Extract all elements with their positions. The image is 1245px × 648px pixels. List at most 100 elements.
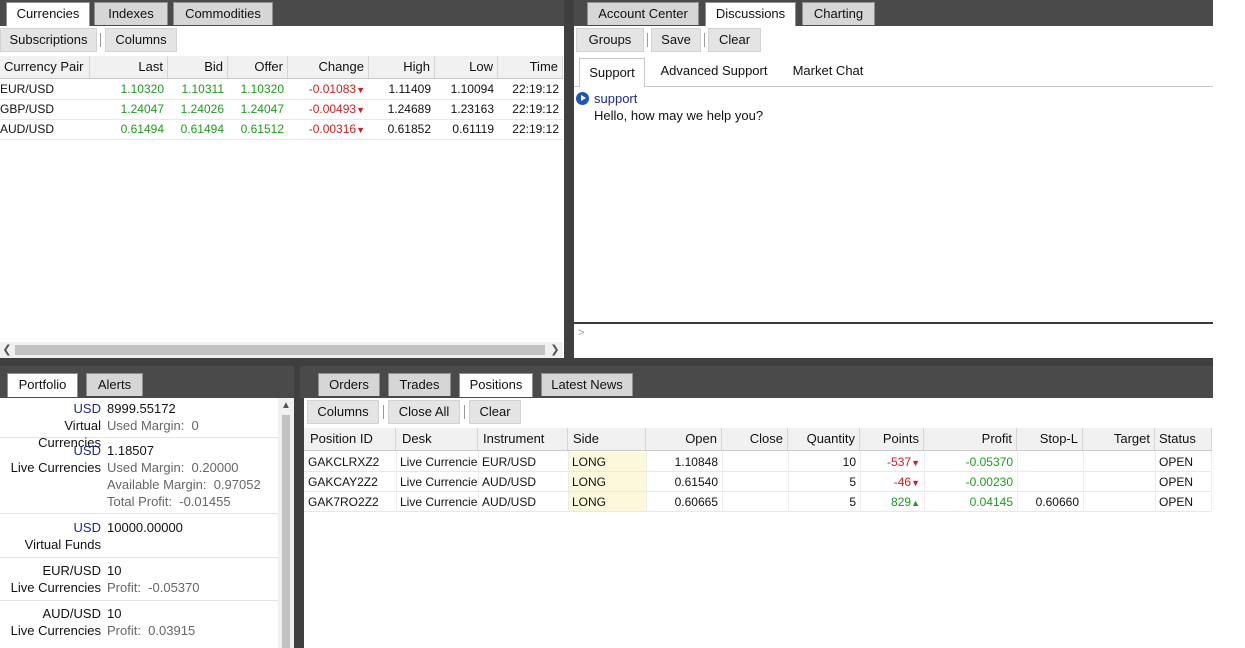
cell-position-id: GAKCAY2Z2 xyxy=(308,475,378,489)
col-quantity[interactable]: Quantity xyxy=(788,428,860,450)
cell-quantity: 5 xyxy=(849,495,856,509)
col-time[interactable]: Time xyxy=(498,56,563,78)
cell-stop-loss: 0.60660 xyxy=(1035,495,1079,509)
portfolio-item[interactable]: EUR/USD 10 Live Currencies Profit: -0.05… xyxy=(0,560,278,601)
down-arrow-icon: ▼ xyxy=(356,125,365,135)
portfolio-item[interactable]: USD 8999.55172 Virtual Currencies Used M… xyxy=(0,398,278,450)
cell-change: -0.00316▼ xyxy=(288,119,369,139)
col-side[interactable]: Side xyxy=(568,428,646,450)
scroll-up-icon[interactable]: ▲ xyxy=(278,398,294,414)
tab-orders[interactable]: Orders xyxy=(318,373,380,396)
horizontal-splitter[interactable] xyxy=(0,358,1213,366)
item-detail: Available Margin: 0.97052 xyxy=(107,477,261,492)
portfolio-item[interactable]: USD 1.18507 Live Currencies Used Margin:… xyxy=(0,440,278,514)
portfolio-item[interactable]: AUD/USD 10 Live Currencies Profit: 0.039… xyxy=(0,603,278,647)
vertical-splitter[interactable] xyxy=(564,0,574,360)
item-currency: AUD/USD xyxy=(42,606,101,621)
cell-last: 1.10320 xyxy=(120,82,164,96)
cell-time: 22:19:12 xyxy=(512,122,559,136)
chat-input[interactable]: > xyxy=(574,322,1213,358)
col-status[interactable]: Status xyxy=(1155,428,1212,450)
points-value: 829 xyxy=(891,495,912,509)
cell-points: -46▼ xyxy=(860,472,924,492)
item-currency: USD xyxy=(73,401,101,416)
cell-quantity: 10 xyxy=(842,455,856,469)
item-name: Live Currencies xyxy=(10,460,101,475)
tab-alerts[interactable]: Alerts xyxy=(86,373,143,396)
col-profit[interactable]: Profit xyxy=(924,428,1017,450)
col-currency-pair[interactable]: Currency Pair xyxy=(0,56,90,78)
col-high[interactable]: High xyxy=(369,56,435,78)
tab-trades[interactable]: Trades xyxy=(388,373,451,396)
scroll-left-icon[interactable]: ❮ xyxy=(0,342,14,358)
cell-side: LONG xyxy=(568,452,646,472)
col-target[interactable]: Target xyxy=(1083,428,1155,450)
scrollbar-thumb[interactable] xyxy=(282,415,290,648)
tab-currencies[interactable]: Currencies xyxy=(6,2,90,26)
cell-pair: GBP/USD xyxy=(0,102,55,116)
item-value: 10 xyxy=(107,563,122,578)
cell-desk: Live Currencies xyxy=(400,495,478,509)
item-name: Virtual Funds xyxy=(24,537,101,552)
tab-portfolio[interactable]: Portfolio xyxy=(7,373,78,397)
points-value: -537 xyxy=(887,455,912,469)
down-arrow-icon: ▼ xyxy=(356,85,365,95)
tab-charting[interactable]: Charting xyxy=(802,2,875,25)
horizontal-scrollbar[interactable]: ❮ ❯ xyxy=(0,342,563,358)
col-change[interactable]: Change xyxy=(288,56,369,78)
positions-table-header: Position ID Desk Instrument Side Open Cl… xyxy=(304,428,1212,451)
subscriptions-button[interactable]: Subscriptions xyxy=(0,28,97,52)
close-all-button[interactable]: Close All xyxy=(388,400,460,424)
col-offer[interactable]: Offer xyxy=(228,56,288,78)
cell-status: OPEN xyxy=(1159,475,1194,489)
columns-button[interactable]: Columns xyxy=(105,28,177,52)
subtab-advanced-support[interactable]: Advanced Support xyxy=(653,58,775,85)
col-close[interactable]: Close xyxy=(722,428,788,450)
scrollbar-thumb[interactable] xyxy=(15,345,545,355)
clear-button[interactable]: Clear xyxy=(469,400,521,424)
save-button[interactable]: Save xyxy=(651,28,701,52)
item-detail: Profit: 0.03915 xyxy=(107,623,196,638)
cell-points: -537▼ xyxy=(860,452,924,472)
item-value: 10000.00000 xyxy=(107,520,183,535)
tab-account-center[interactable]: Account Center xyxy=(587,2,699,25)
portfolio-item[interactable]: USD 10000.00000 Virtual Funds xyxy=(0,516,278,558)
cell-change: -0.00493▼ xyxy=(288,99,369,119)
item-value: 8999.55172 xyxy=(107,401,176,416)
col-points[interactable]: Points xyxy=(860,428,924,450)
col-desk[interactable]: Desk xyxy=(396,428,478,450)
columns-button[interactable]: Columns xyxy=(307,400,379,424)
col-bid[interactable]: Bid xyxy=(168,56,228,78)
tab-commodities[interactable]: Commodities xyxy=(173,2,273,25)
cell-profit: -0.00230 xyxy=(965,475,1013,489)
down-arrow-icon: ▼ xyxy=(911,458,920,468)
cell-points: 829▲ xyxy=(860,492,924,512)
cell-bid: 1.24026 xyxy=(180,102,224,116)
groups-button[interactable]: Groups xyxy=(576,28,644,52)
subtab-support[interactable]: Support xyxy=(579,58,645,87)
message-text: Hello, how may we help you? xyxy=(594,108,764,123)
cell-offer: 0.61512 xyxy=(240,122,284,136)
col-instrument[interactable]: Instrument xyxy=(478,428,568,450)
col-position-id[interactable]: Position ID xyxy=(304,428,396,450)
cell-close xyxy=(722,492,788,512)
col-low[interactable]: Low xyxy=(435,56,498,78)
up-arrow-icon: ▲ xyxy=(911,498,920,508)
cell-low: 1.10094 xyxy=(450,82,494,96)
portfolio-scrollbar[interactable]: ▲ xyxy=(278,398,294,648)
col-stop-loss[interactable]: Stop-L xyxy=(1017,428,1083,450)
clear-button[interactable]: Clear xyxy=(708,28,761,52)
input-prompt: > xyxy=(578,327,585,339)
separator xyxy=(647,33,648,47)
subtab-market-chat[interactable]: Market Chat xyxy=(783,58,873,85)
tab-discussions[interactable]: Discussions xyxy=(705,2,796,26)
tab-positions[interactable]: Positions xyxy=(459,373,533,397)
scroll-right-icon[interactable]: ❯ xyxy=(548,342,562,358)
tab-latest-news[interactable]: Latest News xyxy=(541,373,633,396)
col-last[interactable]: Last xyxy=(90,56,168,78)
cell-status: OPEN xyxy=(1159,455,1194,469)
item-name: Live Currencies xyxy=(10,623,101,638)
col-open[interactable]: Open xyxy=(646,428,722,450)
vertical-splitter[interactable] xyxy=(294,366,304,648)
tab-indexes[interactable]: Indexes xyxy=(94,2,168,25)
